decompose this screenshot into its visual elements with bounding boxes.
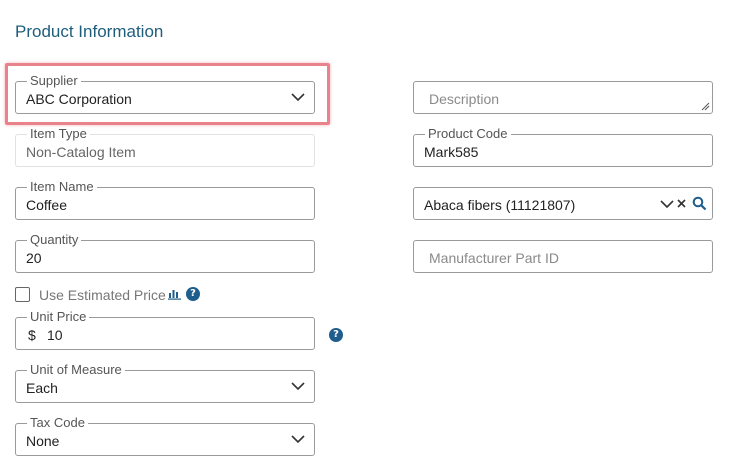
item-type-field: Item Type Non-Catalog Item xyxy=(15,127,315,167)
chevron-down-icon[interactable] xyxy=(290,432,306,446)
item-type-value: Non-Catalog Item xyxy=(26,144,136,160)
description-textarea[interactable]: Description xyxy=(413,81,713,114)
chart-icon[interactable] xyxy=(168,287,181,300)
commodity-select[interactable]: Abaca fibers (11121807) xyxy=(413,187,713,220)
tax-code-value: None xyxy=(26,433,60,449)
search-icon[interactable] xyxy=(692,196,707,211)
tax-code-label: Tax Code xyxy=(27,416,88,430)
resize-icon[interactable] xyxy=(700,101,710,111)
supplier-select[interactable]: Supplier ABC Corporation xyxy=(15,74,315,114)
supplier-value: ABC Corporation xyxy=(26,91,132,107)
product-code-field[interactable]: Product Code Mark585 xyxy=(413,127,713,167)
help-icon[interactable]: ? xyxy=(329,328,343,342)
commodity-value: Abaca fibers (11121807) xyxy=(424,197,576,213)
quantity-field[interactable]: Quantity 20 xyxy=(15,233,315,273)
description-placeholder: Description xyxy=(429,91,500,107)
estimated-price-checkbox[interactable] xyxy=(15,287,30,302)
item-name-field[interactable]: Item Name Coffee xyxy=(15,180,315,220)
estimated-price-label: Use Estimated Price xyxy=(39,287,166,303)
item-name-value: Coffee xyxy=(26,197,67,213)
item-type-label: Item Type xyxy=(27,127,90,141)
unit-price-label: Unit Price xyxy=(27,310,90,324)
section-title: Product Information xyxy=(15,22,164,41)
chevron-down-icon[interactable] xyxy=(290,379,306,393)
manufacturer-part-field[interactable]: Manufacturer Part ID xyxy=(413,240,713,273)
quantity-label: Quantity xyxy=(27,233,82,247)
quantity-value: 20 xyxy=(26,250,42,266)
manufacturer-part-placeholder: Manufacturer Part ID xyxy=(429,250,559,266)
currency-symbol: $ xyxy=(28,327,36,343)
unit-of-measure-value: Each xyxy=(26,380,58,396)
unit-price-field[interactable]: Unit Price $ 10 xyxy=(15,310,315,350)
help-icon[interactable]: ? xyxy=(186,287,200,301)
supplier-label: Supplier xyxy=(27,74,81,88)
tax-code-select[interactable]: Tax Code None xyxy=(15,416,315,456)
product-code-label: Product Code xyxy=(425,127,511,141)
unit-price-value: 10 xyxy=(47,327,63,343)
chevron-down-icon[interactable] xyxy=(660,198,674,210)
unit-of-measure-label: Unit of Measure xyxy=(27,363,125,377)
item-name-label: Item Name xyxy=(27,180,97,194)
chevron-down-icon[interactable] xyxy=(290,90,306,104)
unit-of-measure-select[interactable]: Unit of Measure Each xyxy=(15,363,315,403)
clear-icon[interactable] xyxy=(676,198,687,209)
product-code-value: Mark585 xyxy=(424,144,479,160)
